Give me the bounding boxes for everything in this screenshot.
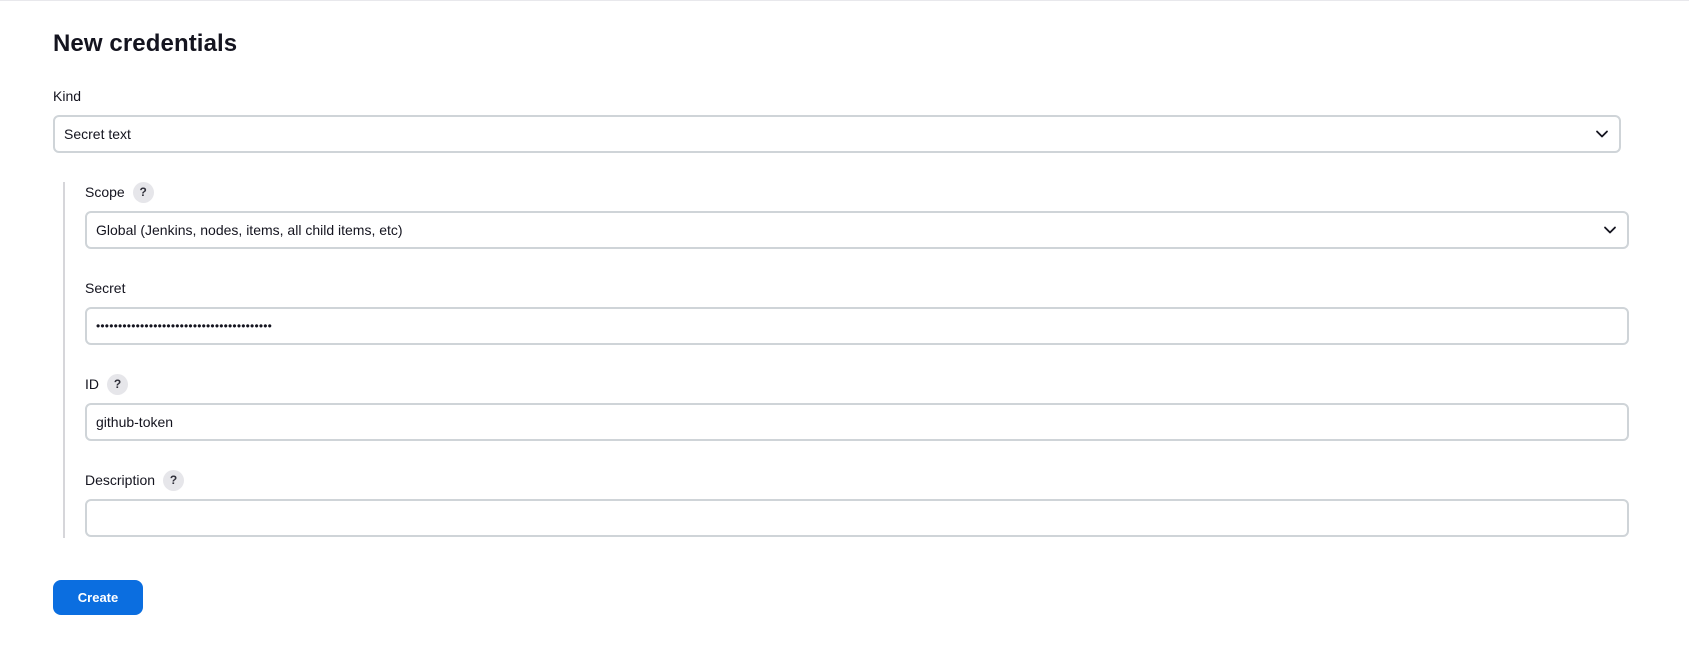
secret-label-row: Secret [85, 277, 125, 299]
secret-label: Secret [85, 280, 126, 296]
page-title: New credentials [53, 30, 238, 57]
scope-help-icon[interactable]: ? [132, 181, 154, 203]
id-label: ID [85, 376, 99, 392]
scope-label: Scope [85, 184, 125, 200]
description-input[interactable] [96, 510, 1618, 526]
top-divider [0, 0, 1689, 1]
id-help-icon[interactable]: ? [107, 373, 128, 395]
create-button[interactable]: Create [53, 580, 143, 615]
scope-select[interactable]: Global (Jenkins, nodes, items, all child… [85, 211, 1629, 249]
description-label-row: Description ? [85, 469, 185, 491]
kind-label-row: Kind [53, 85, 81, 107]
chevron-down-icon [1594, 126, 1610, 142]
id-field[interactable] [85, 403, 1629, 441]
kind-select[interactable]: Secret text [53, 115, 1621, 153]
kind-label: Kind [53, 88, 82, 104]
chevron-down-icon [1602, 222, 1618, 238]
secret-masked-value: •••••••••••••••••••••••••••••••••••••••• [96, 319, 273, 333]
description-field[interactable] [85, 499, 1629, 537]
kind-selected-value: Secret text [64, 126, 131, 142]
id-input[interactable] [96, 414, 1618, 430]
nested-group-divider [63, 182, 65, 538]
id-label-row: ID ? [85, 373, 128, 395]
secret-field[interactable]: •••••••••••••••••••••••••••••••••••••••• [85, 307, 1629, 345]
scope-selected-value: Global (Jenkins, nodes, items, all child… [96, 222, 403, 238]
description-label: Description [85, 472, 156, 488]
description-help-icon[interactable]: ? [163, 469, 185, 491]
scope-label-row: Scope ? [85, 181, 154, 203]
